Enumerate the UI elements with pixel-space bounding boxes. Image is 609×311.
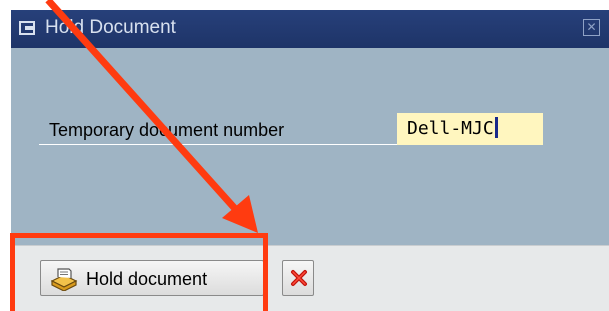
title-bar: Hold Document ✕ <box>11 10 609 48</box>
hold-document-label: Hold document <box>86 269 208 289</box>
field-underline <box>39 144 403 145</box>
hold-document-dialog: Hold Document ✕ Temporary document numbe… <box>11 10 609 311</box>
dialog-footer: Hold document <box>11 245 609 311</box>
temporary-document-number-label: Temporary document number <box>49 120 285 140</box>
temporary-document-number-input[interactable]: Dell-MJC <box>397 113 543 145</box>
dialog-content: Temporary document number Dell-MJC <box>11 48 609 245</box>
cancel-button[interactable] <box>282 260 314 296</box>
text-caret <box>494 117 498 138</box>
printer-hold-icon <box>50 268 78 291</box>
dialog-title: Hold Document <box>45 17 176 38</box>
close-icon[interactable]: ✕ <box>583 19 600 36</box>
hold-document-button[interactable]: Hold document <box>40 260 264 296</box>
cancel-x-icon <box>291 270 307 286</box>
input-value: Dell-MJC <box>407 118 494 139</box>
window-icon <box>19 21 35 35</box>
